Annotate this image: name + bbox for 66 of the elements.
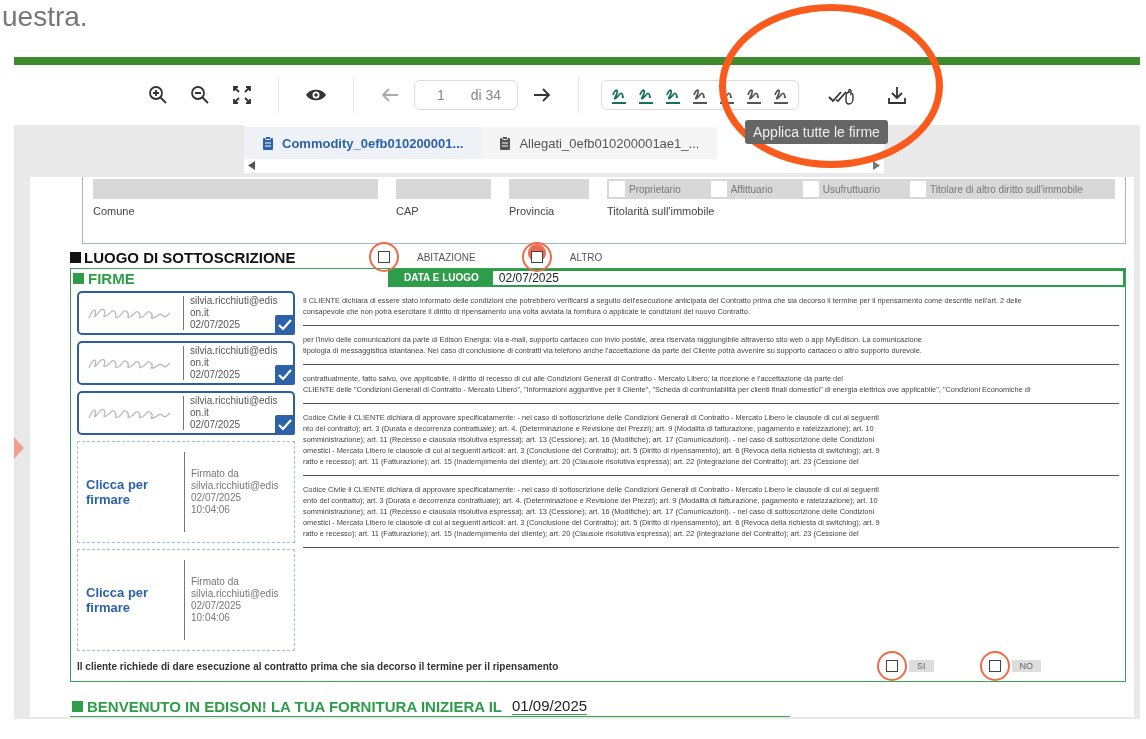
signature-date: 02/07/2025 [190,369,242,381]
checkbox[interactable] [609,181,625,197]
document-tab[interactable]: Commodity_0efb010200001... [244,127,482,159]
sign-here-stamp[interactable]: Clicca per firmare Firmato da silvia.ricchiuti@edis 02/07/2025 10:04:06 [77,441,295,543]
checkbox[interactable] [910,181,926,197]
field-label: Comune [93,205,136,217]
checkbox[interactable] [988,660,1001,672]
clipboard-icon [499,136,512,150]
signature-date: 02/07/2025 [191,600,243,612]
sign-here-stamp[interactable]: Clicca per firmare Firmato da silvia.ricchiuti@edis 02/07/2025 10:04:06 [77,549,295,651]
click-to-sign-label[interactable]: Clicca per firmare [86,585,178,615]
signature-date: 02/07/2025 [190,419,242,431]
signer-email: silvia.ricchiuti@edison.it [190,295,279,319]
checkbox-label: ABITAZIONE [417,251,476,263]
checkbox[interactable] [710,181,727,197]
page-input[interactable]: 1 di 34 [414,80,518,110]
start-date: 01/09/2025 [512,697,588,715]
checkbox-label: Affittuario [730,183,774,195]
signature-date: 02/07/2025 [191,492,243,504]
field-value: 02/07/2025 [497,271,559,285]
bullet-square-icon [70,251,81,263]
execution-question: Il cliente richiede di dare esecuzione al contratto prima che sia decorso il termine per il ripensamento [77,660,560,672]
input-field[interactable] [509,179,589,199]
document-tab[interactable]: Allegati_0efb010200001ae1_... [481,127,718,159]
input-field[interactable] [93,179,378,199]
signature-stamp[interactable]: silvia.ricchiuti@edison.it 02/07/2025 [77,341,295,385]
scroll-left-icon[interactable] [248,161,255,170]
input-field[interactable] [396,179,491,199]
signer-email: silvia.ricchiuti@edis [191,480,280,492]
signature-time: 10:04:06 [191,504,231,516]
signed-by-label: Firmato da [191,576,240,588]
section-title: BENVENUTO IN EDISON! LA TUA FORNITURA INIZIERA IL [87,697,502,715]
click-to-sign-label[interactable]: Clicca per firmare [86,477,178,507]
checkbox-label: SI [909,660,934,672]
checkbox-label: Titolare di altro diritto sull'immobile [930,183,1084,195]
checkbox-label: ALTRO [569,251,603,263]
checkmark-icon [275,315,295,335]
tooltip: Applica tutte le firme [745,120,888,144]
scroll-right-icon[interactable] [873,161,880,170]
bullet-square-icon [72,700,83,712]
checkbox-label: NO [1011,660,1041,672]
signer-email: silvia.ricchiuti@edis [191,588,280,600]
triangle-marker-icon [14,437,24,459]
field-label: DATA E LUOGO [390,270,493,286]
bullet-square-icon [73,272,84,284]
field-label: Provincia [509,205,556,217]
signed-by-label: Firmato da [191,468,240,480]
checkbox[interactable] [886,660,898,672]
clipboard-icon [262,136,274,150]
signature-stamp[interactable]: silvia.ricchiuti@edison.it 02/07/2025 [77,391,295,435]
signature-date: 02/07/2025 [190,319,242,331]
signer-email: silvia.ricchiuti@edison.it [190,395,279,419]
checkmark-icon [275,365,295,385]
field-label: Titolarità sull'immobile [607,205,716,217]
field-label: CAP [396,205,420,217]
checkbox[interactable] [802,181,819,197]
checkbox-label: Proprietario [629,183,682,195]
section-title: LUOGO DI SOTTOSCRIZIONE [84,248,297,266]
checkbox-label: Usufruttuario [822,183,881,195]
signature-time: 10:04:06 [191,612,231,624]
signature-stamp[interactable]: silvia.ricchiuti@edison.it 02/07/2025 [77,291,295,335]
section-title: FIRME [88,269,136,287]
heading-fragment: uestra. [1,0,89,34]
checkmark-icon [275,415,295,435]
signer-email: silvia.ricchiuti@edison.it [190,345,279,369]
checkbox[interactable] [378,251,390,263]
